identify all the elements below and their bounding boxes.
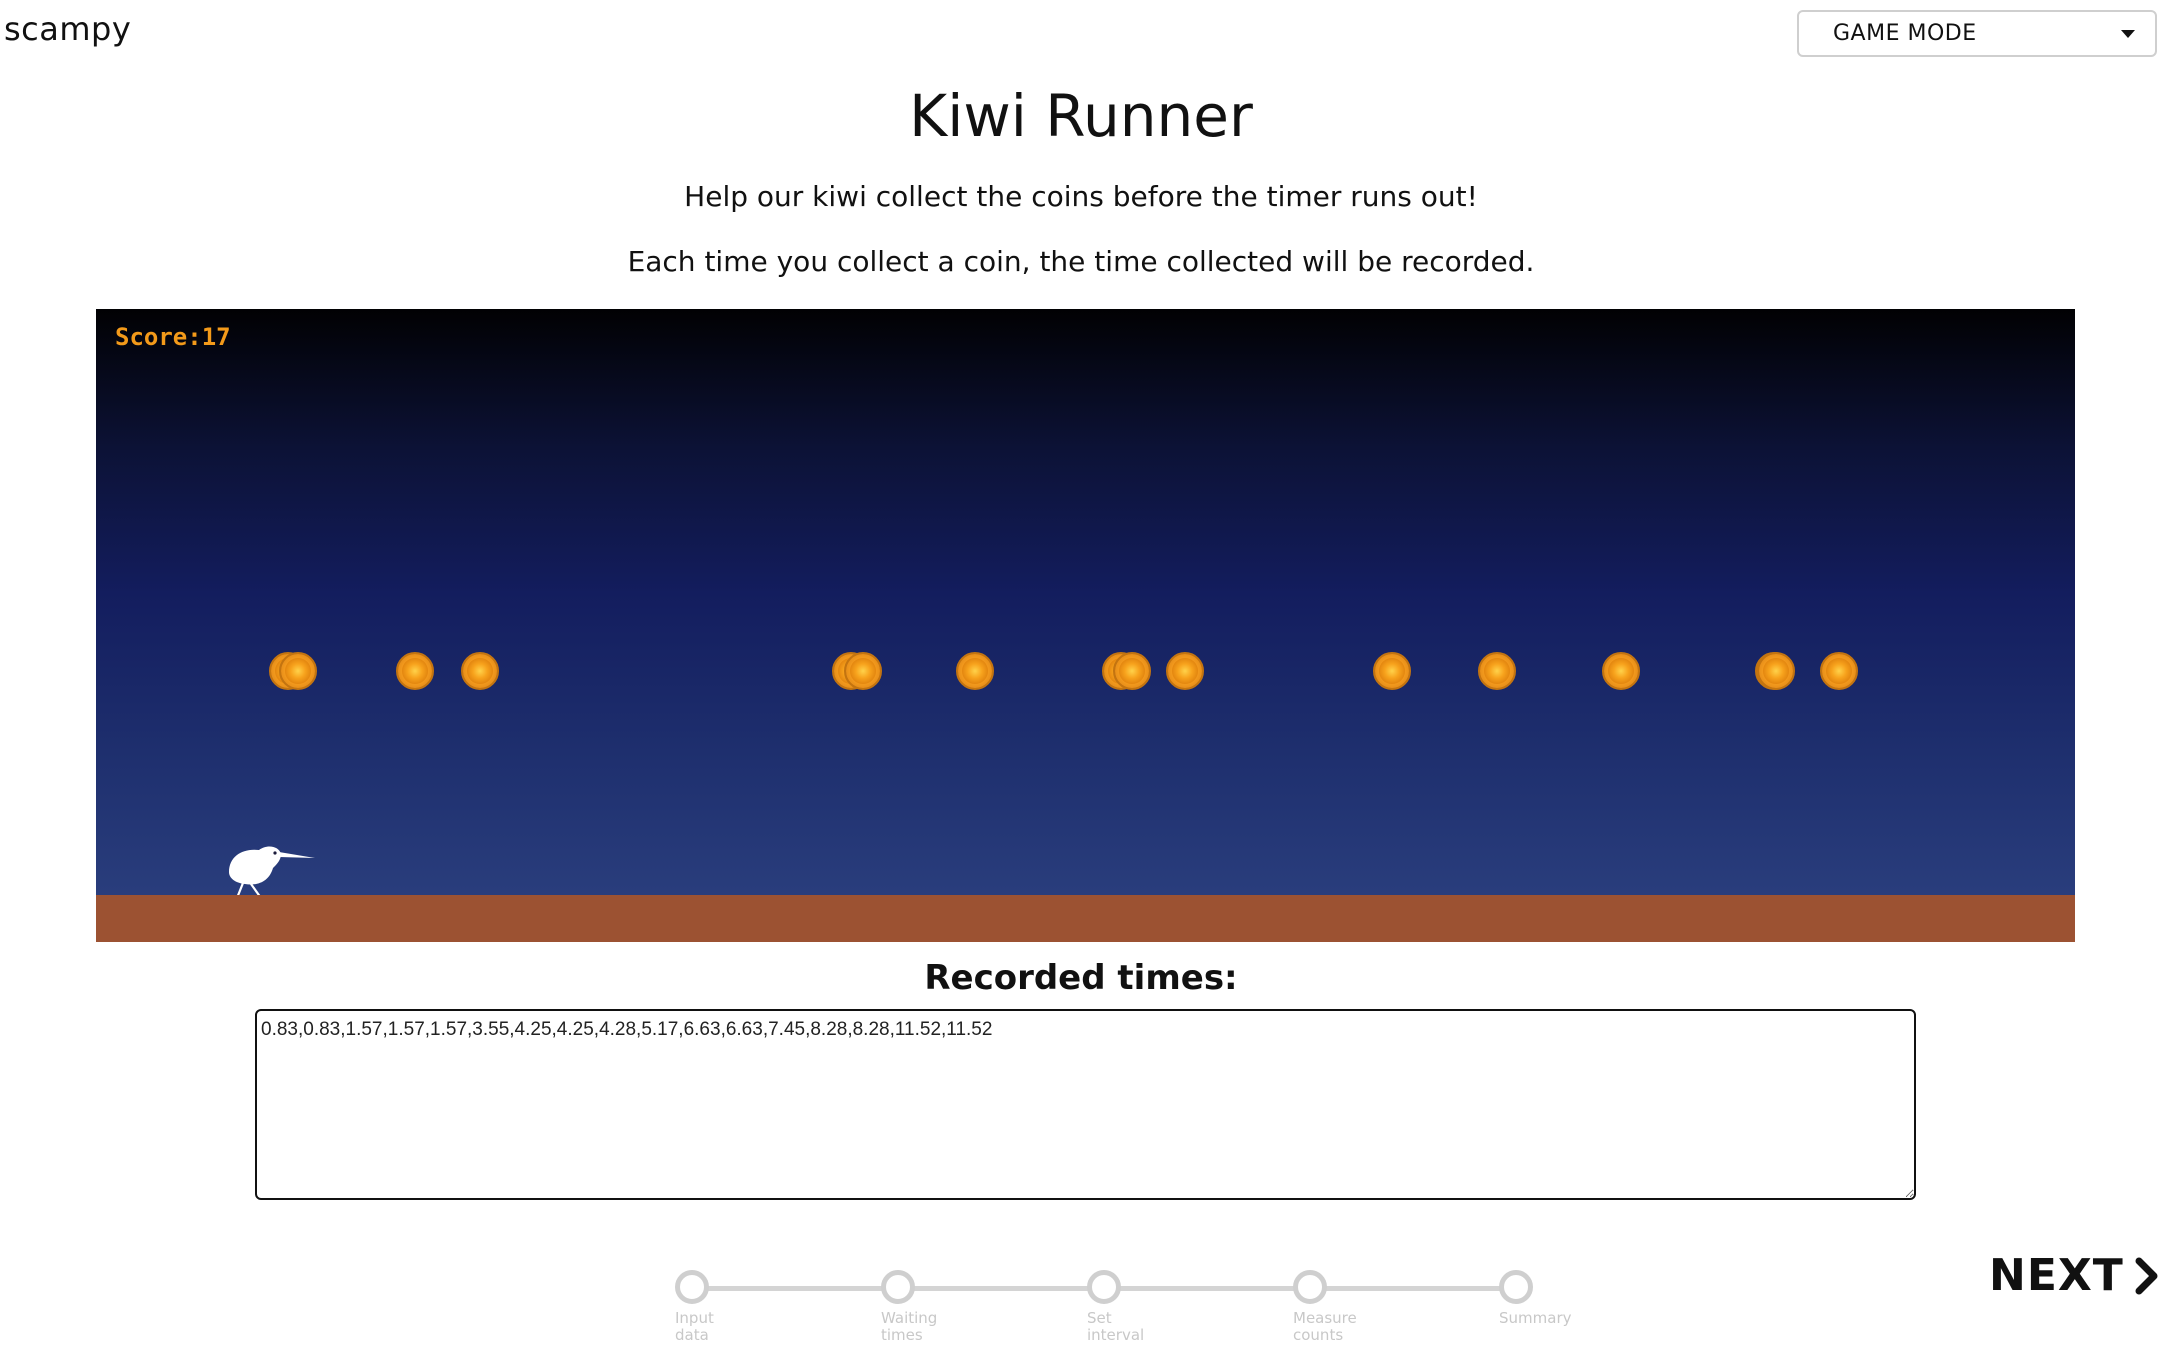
- step-set-interval[interactable]: Set interval: [1087, 1270, 1207, 1344]
- coin: [1478, 652, 1516, 690]
- step-input-data[interactable]: Input data: [675, 1270, 795, 1344]
- step-label: Input data: [675, 1309, 714, 1344]
- coin: [1113, 652, 1151, 690]
- step-dot: [675, 1270, 709, 1304]
- mode-select[interactable]: GAME MODE: [1797, 10, 2157, 57]
- step-label: Set interval: [1087, 1309, 1145, 1344]
- coin: [956, 652, 994, 690]
- step-label: Measure counts: [1293, 1309, 1357, 1344]
- coin: [279, 652, 317, 690]
- progress-stepper: Input data Waiting times Set interval Me…: [670, 1270, 1572, 1360]
- instructions-line-2: Each time you collect a coin, the time c…: [627, 245, 1535, 278]
- score-display: Score:17: [115, 323, 231, 351]
- next-button-label: NEXT: [1989, 1250, 2124, 1301]
- recorded-times-heading: Recorded times:: [924, 958, 1238, 998]
- coin: [1373, 652, 1411, 690]
- coin: [396, 652, 434, 690]
- step-waiting-times[interactable]: Waiting times: [881, 1270, 1001, 1344]
- instructions-line-1: Help our kiwi collect the coins before t…: [684, 180, 1478, 213]
- mode-select-value: GAME MODE: [1833, 21, 1977, 46]
- step-dot: [1087, 1270, 1121, 1304]
- recorded-times-textarea[interactable]: 0.83,0.83,1.57,1.57,1.57,3.55,4.25,4.25,…: [255, 1009, 1916, 1200]
- step-label: Summary: [1499, 1309, 1572, 1327]
- coin: [1166, 652, 1204, 690]
- step-dot: [881, 1270, 915, 1304]
- coin: [1757, 652, 1795, 690]
- step-measure-counts[interactable]: Measure counts: [1293, 1270, 1413, 1344]
- game-canvas[interactable]: Score:17: [96, 309, 2075, 942]
- page-title: Kiwi Runner: [909, 82, 1253, 150]
- step-label: Waiting times: [881, 1309, 938, 1344]
- step-dot: [1499, 1270, 1533, 1304]
- coin: [1820, 652, 1858, 690]
- brand-logo[interactable]: scampy: [4, 10, 131, 48]
- step-summary[interactable]: Summary: [1499, 1270, 1619, 1327]
- step-dot: [1293, 1270, 1327, 1304]
- coin: [461, 652, 499, 690]
- coin: [844, 652, 882, 690]
- ground: [96, 895, 2075, 942]
- coin: [1602, 652, 1640, 690]
- chevron-down-icon: [2121, 29, 2135, 38]
- next-button[interactable]: NEXT: [1989, 1250, 2160, 1301]
- chevron-right-icon: [2135, 1257, 2158, 1294]
